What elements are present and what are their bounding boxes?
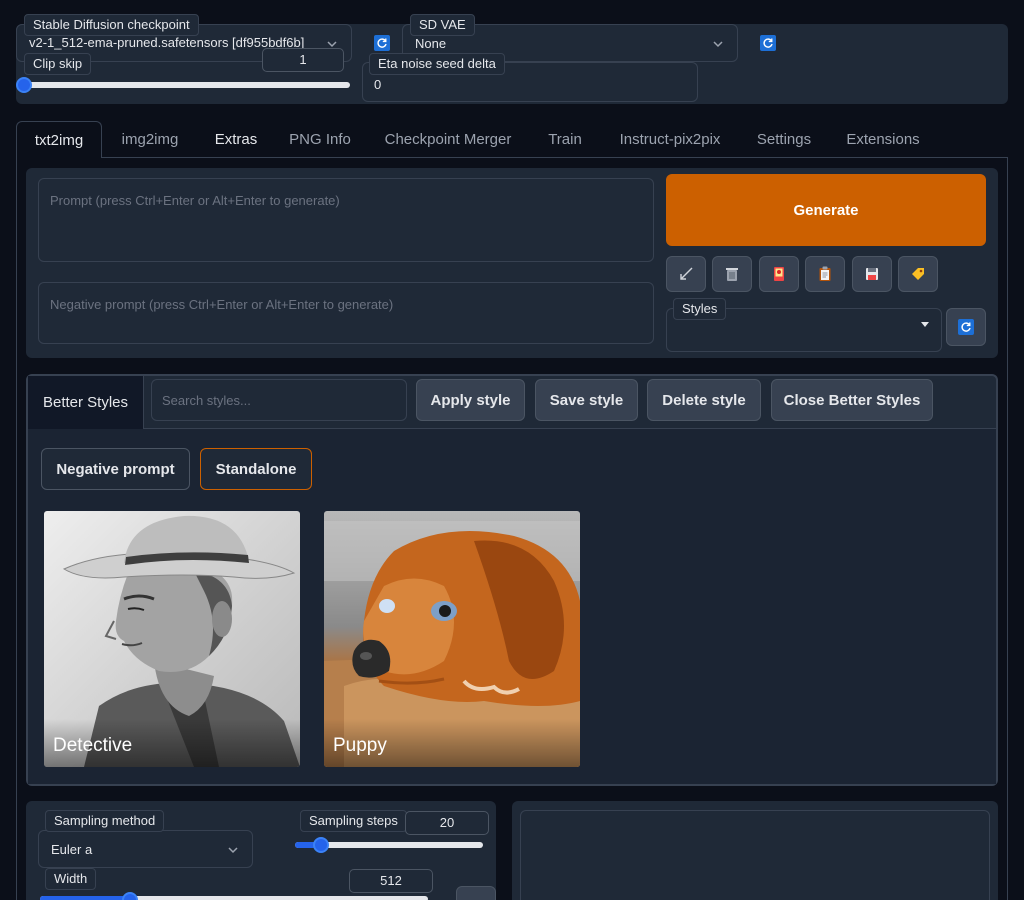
- main-tabs: txt2img img2img Extras PNG Info Checkpoi…: [16, 121, 1008, 158]
- vae-label: SD VAE: [410, 14, 475, 36]
- clipboard-icon-button[interactable]: [805, 256, 845, 292]
- sampling-method-label: Sampling method: [45, 810, 165, 832]
- sampling-method-dropdown[interactable]: Euler a: [38, 830, 253, 868]
- tab-extras[interactable]: Extras: [206, 121, 266, 158]
- card-icon: [774, 267, 784, 281]
- width-fill: [40, 896, 128, 900]
- tag-icon-button[interactable]: [898, 256, 938, 292]
- refresh-styles-icon: [958, 319, 974, 335]
- arrow-icon: [680, 267, 693, 280]
- checkpoint-label: Stable Diffusion checkpoint: [24, 14, 199, 36]
- sampling-steps-thumb[interactable]: [313, 837, 329, 853]
- tab-checkpoint-merger[interactable]: Checkpoint Merger: [378, 121, 518, 158]
- apply-style-button[interactable]: Apply style: [416, 379, 525, 421]
- standalone-filter[interactable]: Standalone: [200, 448, 312, 490]
- caret-down-icon: [921, 322, 929, 327]
- chevron-down-icon: [713, 41, 723, 48]
- prompt-textarea[interactable]: Prompt (press Ctrl+Enter or Alt+Enter to…: [38, 178, 654, 262]
- tab-txt2img[interactable]: txt2img: [16, 121, 102, 158]
- close-better-styles-button[interactable]: Close Better Styles: [771, 379, 933, 421]
- eta-noise-value: 0: [374, 77, 382, 92]
- card-icon-button[interactable]: [759, 256, 799, 292]
- tag-icon: [912, 268, 924, 280]
- refresh-vae-icon[interactable]: [760, 35, 776, 51]
- swap-dimensions-button[interactable]: [456, 886, 496, 900]
- styles-label: Styles: [673, 298, 727, 320]
- clip-skip-label: Clip skip: [24, 53, 92, 75]
- better-styles-tab[interactable]: Better Styles: [28, 376, 144, 429]
- chevron-down-icon: [228, 847, 238, 854]
- search-styles-input[interactable]: Search styles...: [151, 379, 407, 421]
- style-card-title: Puppy: [324, 719, 580, 767]
- style-card-detective[interactable]: Detective: [44, 511, 300, 767]
- arrow-icon-button[interactable]: [666, 256, 706, 292]
- clipboard-icon: [819, 266, 831, 281]
- tab-instruct-pix2pix[interactable]: Instruct-pix2pix: [610, 121, 730, 158]
- clip-skip-number[interactable]: 1: [262, 48, 344, 72]
- save-icon-button[interactable]: [852, 256, 892, 292]
- trash-icon-button[interactable]: [712, 256, 752, 292]
- clip-skip-thumb[interactable]: [16, 77, 32, 93]
- width-number[interactable]: 512: [349, 869, 433, 893]
- negative-prompt-placeholder: Negative prompt (press Ctrl+Enter or Alt…: [50, 297, 394, 312]
- sampling-steps-number[interactable]: 20: [405, 811, 489, 835]
- tab-active-gap: [17, 156, 101, 158]
- width-label: Width: [45, 868, 97, 890]
- eta-noise-label: Eta noise seed delta: [369, 53, 505, 75]
- negative-prompt-filter[interactable]: Negative prompt: [41, 448, 190, 490]
- sampling-steps-label: Sampling steps: [300, 810, 407, 832]
- search-styles-placeholder: Search styles...: [162, 393, 251, 408]
- save-style-button[interactable]: Save style: [535, 379, 638, 421]
- tab-settings[interactable]: Settings: [752, 121, 816, 158]
- tab-train[interactable]: Train: [540, 121, 590, 158]
- tab-img2img[interactable]: img2img: [112, 121, 188, 158]
- trash-icon: [726, 268, 738, 281]
- tab-png-info[interactable]: PNG Info: [284, 121, 356, 158]
- clip-skip-track[interactable]: [22, 82, 350, 88]
- vae-value: None: [415, 36, 447, 51]
- generate-button[interactable]: Generate: [666, 174, 986, 246]
- refresh-styles-button[interactable]: [946, 308, 986, 346]
- style-card-puppy[interactable]: Puppy: [324, 511, 580, 767]
- tab-extensions[interactable]: Extensions: [840, 121, 926, 158]
- prompt-placeholder: Prompt (press Ctrl+Enter or Alt+Enter to…: [50, 193, 340, 208]
- save-icon: [866, 268, 878, 280]
- style-card-title: Detective: [44, 719, 300, 767]
- refresh-checkpoint-icon[interactable]: [374, 35, 390, 51]
- delete-style-button[interactable]: Delete style: [647, 379, 761, 421]
- negative-prompt-textarea[interactable]: Negative prompt (press Ctrl+Enter or Alt…: [38, 282, 654, 344]
- sampling-method-value: Euler a: [51, 842, 93, 857]
- output-gallery: [520, 810, 990, 900]
